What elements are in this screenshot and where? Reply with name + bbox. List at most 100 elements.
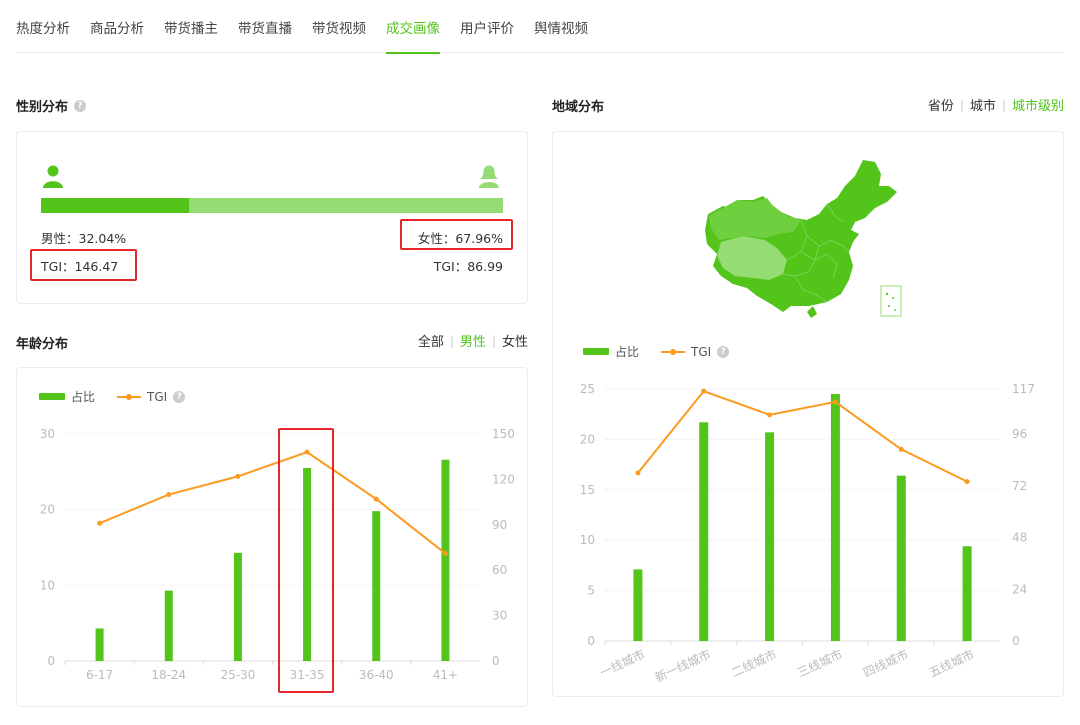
tgi-point bbox=[767, 412, 773, 418]
y2-tick-label: 60 bbox=[492, 563, 507, 577]
filter-separator: | bbox=[491, 333, 496, 348]
x-tick-label: 四线城市 bbox=[861, 646, 911, 680]
bar bbox=[233, 552, 242, 661]
age-filter-option-0[interactable]: 全部 bbox=[418, 331, 444, 350]
region-filter: 省份 | 城市 | 城市级别 bbox=[928, 95, 1064, 115]
y-tick-label: 10 bbox=[580, 533, 595, 547]
gender-title-text: 性别分布 bbox=[16, 100, 69, 115]
region-filter-option-0[interactable]: 省份 bbox=[928, 95, 954, 114]
y-tick-label: 30 bbox=[40, 427, 55, 441]
age-filter-option-1[interactable]: 男性 bbox=[460, 331, 486, 350]
x-tick-label: 41+ bbox=[433, 668, 458, 682]
y-tick-label: 20 bbox=[580, 432, 595, 446]
x-tick-label: 五线城市 bbox=[926, 646, 976, 680]
tgi-point bbox=[964, 479, 970, 485]
y2-tick-label: 48 bbox=[1012, 531, 1027, 545]
tgi-line bbox=[99, 451, 447, 555]
gender-title: 性别分布 ? bbox=[16, 96, 87, 115]
filter-separator: | bbox=[449, 333, 454, 348]
age-title-text: 年龄分布 bbox=[16, 337, 69, 352]
bar bbox=[896, 475, 906, 641]
y-tick-label: 15 bbox=[580, 483, 595, 497]
female-share-highlight bbox=[400, 219, 513, 250]
tgi-point bbox=[166, 492, 172, 498]
tgi-point bbox=[97, 520, 103, 526]
x-tick-label: 三线城市 bbox=[795, 646, 845, 680]
y2-tick-label: 96 bbox=[1012, 427, 1027, 441]
y2-tick-label: 117 bbox=[1012, 382, 1035, 396]
filter-separator: | bbox=[1001, 97, 1006, 112]
region-title-text: 地域分布 bbox=[552, 100, 605, 115]
region-chart: 0 5 10 15 20 25 0 24 48 72 96 117 一线城市 新一线城市 二线城市 三线城市四… bbox=[580, 382, 1035, 685]
age-legend: 占比 TGI ? bbox=[39, 388, 186, 405]
bar bbox=[95, 628, 104, 661]
age-chart: 010203003060901201506-17 18-24 25-30 31-35 3… bbox=[40, 427, 515, 682]
age-card: 占比 TGI ? 0 10 20 30 0 30 60 90 120 150 6-17 18-24 25… bbox=[16, 367, 528, 707]
male-tgi-highlight bbox=[30, 249, 137, 281]
y-tick-label: 0 bbox=[47, 654, 55, 668]
help-icon[interactable]: ? bbox=[74, 99, 87, 112]
bar bbox=[372, 511, 381, 661]
y2-tick-label: 0 bbox=[1012, 634, 1020, 648]
tab-3[interactable]: 带货直播 bbox=[238, 0, 292, 53]
tgi-point bbox=[701, 388, 707, 394]
tab-1[interactable]: 商品分析 bbox=[90, 0, 144, 53]
bar bbox=[164, 590, 173, 661]
y-tick-label: 5 bbox=[587, 584, 595, 598]
bar bbox=[633, 569, 643, 641]
x-tick-label: 6-17 bbox=[86, 668, 113, 682]
bar bbox=[441, 459, 450, 661]
region-filter-option-2[interactable]: 城市级别 bbox=[1012, 95, 1064, 114]
age-filter: 全部 | 男性 | 女性 bbox=[418, 331, 528, 351]
y2-tick-label: 72 bbox=[1012, 479, 1027, 493]
tgi-point bbox=[898, 446, 904, 452]
y2-tick-label: 30 bbox=[492, 609, 507, 623]
y2-tick-label: 150 bbox=[492, 427, 515, 441]
filter-separator: | bbox=[959, 97, 964, 112]
bar bbox=[765, 432, 775, 641]
tgi-point bbox=[373, 496, 379, 502]
tab-bar: 热度分析 商品分析 带货播主 带货直播 带货视频 成交画像 用户评价 舆情视频 bbox=[16, 0, 1064, 54]
tgi-point bbox=[235, 473, 241, 479]
y-tick-label: 25 bbox=[580, 382, 595, 396]
x-tick-label: 25-30 bbox=[220, 668, 255, 682]
age-filter-option-2[interactable]: 女性 bbox=[502, 331, 528, 350]
tab-5[interactable]: 成交画像 bbox=[386, 0, 440, 54]
female-user-icon bbox=[479, 165, 499, 188]
region-card: 占比 TGI ? 0 5 10 15 20 25 0 24 48 72 96 117 一线城市 新一线城市… bbox=[552, 131, 1064, 697]
y2-tick-label: 0 bbox=[492, 654, 500, 668]
age-title: 年龄分布 bbox=[16, 333, 68, 352]
male-share-fill bbox=[41, 198, 190, 213]
y-tick-label: 0 bbox=[587, 634, 595, 648]
x-tick-label: 36-40 bbox=[359, 668, 394, 682]
region-filter-option-1[interactable]: 城市 bbox=[970, 95, 996, 114]
legend-line-swatch bbox=[117, 393, 142, 400]
tgi-line bbox=[637, 389, 968, 483]
y2-tick-label: 120 bbox=[492, 472, 515, 486]
bar bbox=[699, 422, 709, 641]
legend-line-label: TGI bbox=[147, 389, 168, 404]
help-icon[interactable]: ? bbox=[173, 390, 186, 403]
male-user-icon bbox=[43, 165, 63, 188]
age-31-35-highlight bbox=[278, 428, 334, 693]
x-tick-label: 新一线城市 bbox=[652, 646, 713, 685]
gender-ratio-bar bbox=[41, 198, 503, 213]
tgi-point bbox=[832, 399, 838, 405]
region-title: 地域分布 bbox=[552, 96, 604, 115]
x-tick-label: 18-24 bbox=[151, 668, 186, 682]
bar bbox=[962, 546, 972, 641]
x-tick-label: 一线城市 bbox=[597, 646, 647, 680]
tab-4[interactable]: 带货视频 bbox=[312, 0, 366, 53]
tgi-point bbox=[635, 470, 641, 476]
legend-bar-label: 占比 bbox=[71, 390, 96, 404]
tab-6[interactable]: 用户评价 bbox=[460, 0, 514, 53]
tab-2[interactable]: 带货播主 bbox=[164, 0, 218, 53]
y2-tick-label: 24 bbox=[1012, 582, 1027, 596]
bar bbox=[830, 394, 840, 641]
tab-7[interactable]: 舆情视频 bbox=[534, 0, 588, 53]
female-tgi-label: TGI：86.99 bbox=[433, 259, 503, 274]
x-tick-label: 二线城市 bbox=[729, 646, 779, 680]
y-tick-label: 20 bbox=[40, 503, 55, 517]
tab-0[interactable]: 热度分析 bbox=[16, 0, 70, 53]
legend-bar-swatch bbox=[39, 393, 65, 400]
